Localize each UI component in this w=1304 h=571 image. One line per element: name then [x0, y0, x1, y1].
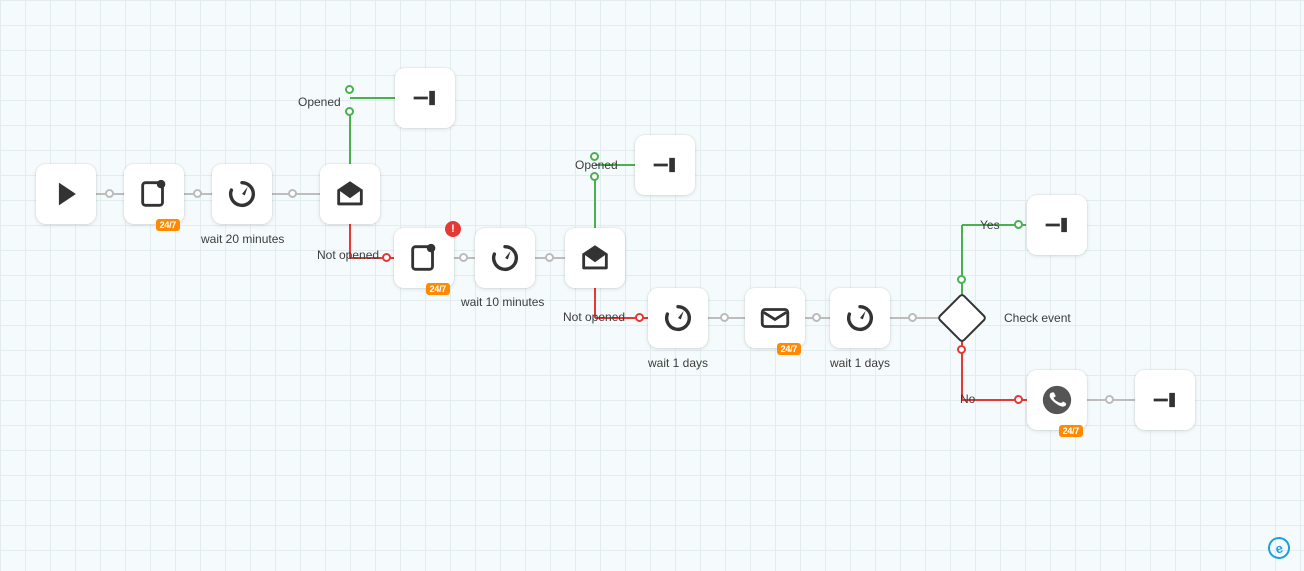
- send-email-node[interactable]: 24/7: [745, 288, 805, 348]
- timer-icon: [225, 177, 259, 211]
- wait-node-1day-a[interactable]: [648, 288, 708, 348]
- email-open-check-1[interactable]: [320, 164, 380, 224]
- play-icon: [49, 177, 83, 211]
- wait-1b-label: wait 1 days: [830, 356, 890, 370]
- no-label: No: [960, 392, 975, 406]
- wait-20-label: wait 20 minutes: [201, 232, 284, 246]
- alert-icon: !: [445, 221, 461, 237]
- end-node-1[interactable]: [395, 68, 455, 128]
- badge-247: 24/7: [1059, 425, 1083, 437]
- page-node-2[interactable]: 24/7 !: [394, 228, 454, 288]
- open-envelope-icon: [333, 177, 367, 211]
- badge-247: 24/7: [777, 343, 801, 355]
- end-node-4[interactable]: [1135, 370, 1195, 430]
- wait-node-1day-b[interactable]: [830, 288, 890, 348]
- wait-1a-label: wait 1 days: [648, 356, 708, 370]
- timer-icon: [843, 301, 877, 335]
- envelope-icon: [758, 301, 792, 335]
- end-node-2[interactable]: [635, 135, 695, 195]
- badge-247: 24/7: [426, 283, 450, 295]
- viber-node[interactable]: 24/7: [1027, 370, 1087, 430]
- page-dot-icon: [407, 241, 441, 275]
- end-icon: [408, 81, 442, 115]
- end-icon: [1148, 383, 1182, 417]
- workflow-canvas[interactable]: 24/7 wait 20 minutes Opened Not opened 2…: [0, 0, 1304, 571]
- page-dot-icon: [137, 177, 171, 211]
- wait-node-20min[interactable]: [212, 164, 272, 224]
- timer-icon: [488, 241, 522, 275]
- end-icon: [648, 148, 682, 182]
- notopened-1-label: Not opened: [317, 248, 379, 262]
- brand-logo: e: [1266, 535, 1293, 562]
- end-icon: [1040, 208, 1074, 242]
- wait-node-10min[interactable]: [475, 228, 535, 288]
- wait-10-label: wait 10 minutes: [461, 295, 544, 309]
- viber-icon: [1040, 383, 1074, 417]
- check-event-decision[interactable]: [937, 293, 988, 344]
- notopened-2-label: Not opened: [563, 310, 625, 324]
- open-envelope-icon: [578, 241, 612, 275]
- opened-1-label: Opened: [298, 95, 341, 109]
- email-open-check-2[interactable]: [565, 228, 625, 288]
- badge-247: 24/7: [156, 219, 180, 231]
- check-event-label: Check event: [1004, 311, 1071, 325]
- timer-icon: [661, 301, 695, 335]
- yes-label: Yes: [980, 218, 1000, 232]
- opened-2-label: Opened: [575, 158, 618, 172]
- connectors: [0, 0, 1304, 571]
- end-node-3[interactable]: [1027, 195, 1087, 255]
- page-node-1[interactable]: 24/7: [124, 164, 184, 224]
- start-node[interactable]: [36, 164, 96, 224]
